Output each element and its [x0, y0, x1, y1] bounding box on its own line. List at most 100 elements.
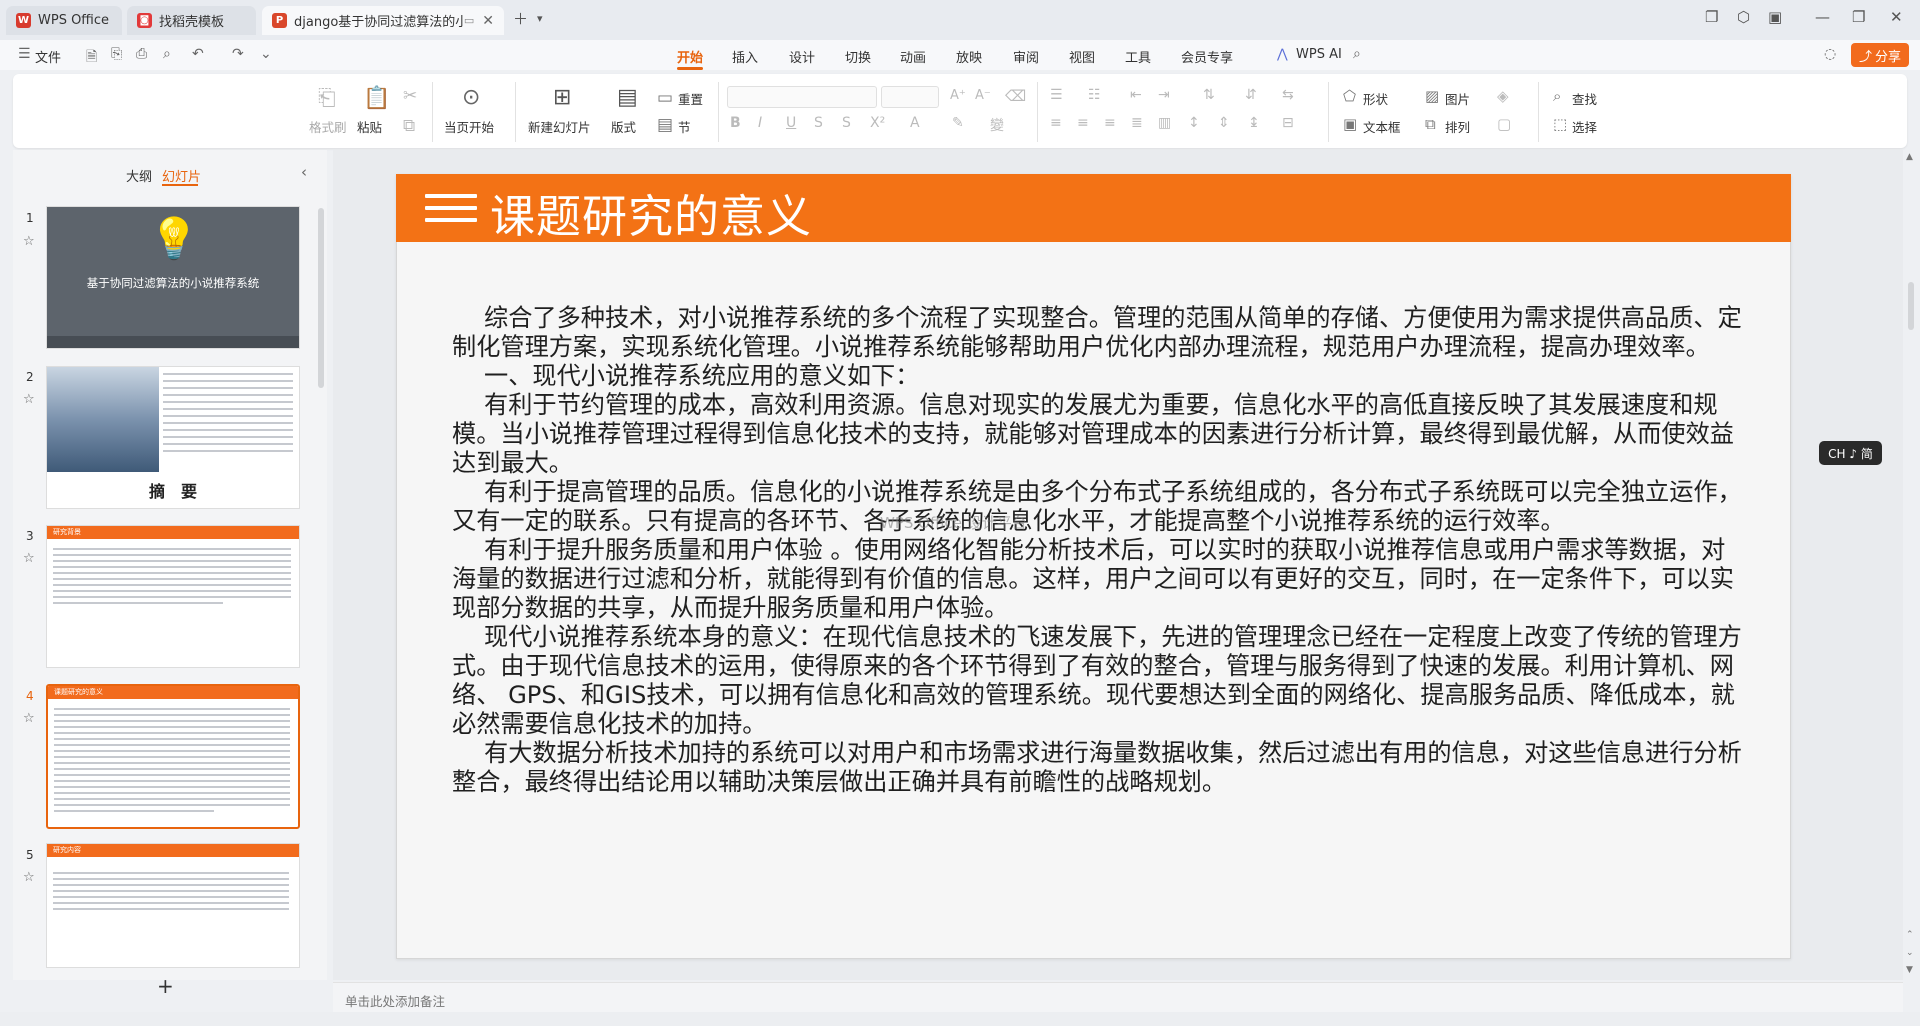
star-icon[interactable]: ☆ [23, 711, 35, 726]
scroll-up-icon[interactable]: ▲ [1906, 152, 1913, 162]
decrease-indent-icon[interactable]: ⇤ [1130, 87, 1142, 103]
cube-icon[interactable]: ⬡ [1737, 8, 1750, 26]
sort-icon[interactable]: ⇵ [1245, 87, 1257, 103]
char-spacing-icon[interactable]: 變 [990, 115, 1004, 135]
reset-button[interactable]: 重置 [678, 89, 703, 108]
new-slide-button[interactable]: 新建幻灯片 [528, 117, 591, 136]
font-color-icon[interactable]: A [910, 115, 920, 131]
select-button[interactable]: 选择 [1572, 117, 1597, 136]
star-icon[interactable]: ☆ [23, 870, 35, 885]
slide-thumbnail-5[interactable]: 研究内容 [46, 843, 300, 968]
prev-slide-icon[interactable]: ⌃ [1906, 930, 1914, 940]
undo-icon[interactable]: ↶ [192, 46, 204, 62]
font-family-select[interactable] [727, 86, 877, 108]
para-spacing-icon[interactable]: ⇕ [1218, 115, 1230, 131]
more-icon[interactable]: ⌄ [260, 46, 272, 62]
find-button[interactable]: 查找 [1572, 89, 1597, 108]
justify-icon[interactable]: ≣ [1131, 115, 1143, 131]
arrange-button[interactable]: 排列 [1445, 117, 1470, 136]
cut-icon[interactable]: ✂ [403, 86, 417, 106]
tab-outline[interactable]: 大纲 [126, 166, 152, 185]
tab-slides[interactable]: 幻灯片 [162, 166, 201, 185]
next-slide-icon[interactable]: ⌄ [1906, 948, 1914, 958]
file-menu[interactable]: 文件 [35, 47, 61, 66]
align-right-icon[interactable]: ≡ [1104, 115, 1116, 131]
numbering-icon[interactable]: ☷ [1088, 87, 1101, 103]
line-spacing-icon[interactable]: ↕ [1188, 115, 1200, 131]
notes-pane[interactable]: 单击此处添加备注 [333, 982, 1903, 1012]
slide-thumbnail-2[interactable]: 摘 要 [46, 366, 300, 509]
menu-tools[interactable]: 工具 [1125, 47, 1151, 66]
slide-thumbnail-3[interactable]: 研究背景 [46, 525, 300, 668]
tab-docer[interactable]: ◙ 找稻壳模板 [127, 6, 256, 35]
copy-icon[interactable]: ⧉ [403, 116, 415, 136]
new-tab-icon[interactable]: ＋ [513, 8, 528, 29]
star-icon[interactable]: ☆ [23, 234, 35, 249]
tab-wps-office[interactable]: W WPS Office [6, 6, 122, 35]
format-painter-button[interactable]: 格式刷 [309, 117, 347, 136]
search-icon[interactable]: ⌕ [1353, 46, 1361, 62]
menu-slideshow[interactable]: 放映 [956, 47, 982, 66]
menu-animation[interactable]: 动画 [900, 47, 926, 66]
star-icon[interactable]: ☆ [23, 551, 35, 566]
slide-body-text[interactable]: 综合了多种技术，对小说推荐系统的多个流程了实现整合。管理的范围从简单的存储、方便… [452, 304, 1747, 797]
slide-thumbnail-4[interactable]: 课题研究的意义 [46, 684, 300, 829]
save-icon[interactable]: 🗎 [86, 46, 97, 70]
picture-button[interactable]: 图片 [1445, 89, 1470, 108]
highlight-icon[interactable]: ✎ [952, 115, 964, 131]
hamburger-icon[interactable]: ☰ [18, 46, 31, 62]
columns-icon[interactable]: ▥ [1158, 115, 1171, 131]
layout-button[interactable]: 版式 [611, 117, 636, 136]
fill-icon[interactable]: ◈ [1497, 87, 1509, 105]
print-icon[interactable]: ⎙ [136, 46, 147, 62]
increase-indent-icon[interactable]: ⇥ [1158, 87, 1170, 103]
menu-transition[interactable]: 切换 [845, 47, 871, 66]
menu-review[interactable]: 审阅 [1013, 47, 1039, 66]
ime-indicator[interactable]: CH ♪ 简 [1819, 441, 1882, 465]
close-tab-icon[interactable]: ✕ [482, 13, 494, 29]
chevron-down-icon[interactable]: ▾ [537, 12, 543, 25]
redo-icon[interactable]: ↷ [232, 46, 244, 62]
print-preview-icon[interactable]: ⌕ [163, 46, 171, 62]
clear-format-icon[interactable]: ⌫ [1005, 87, 1026, 105]
menu-home[interactable]: 开始 [677, 47, 703, 66]
section-button[interactable]: 节 [678, 117, 691, 136]
superscript-icon[interactable]: X² [870, 115, 885, 131]
text-align-icon[interactable]: ⊟ [1282, 115, 1294, 131]
align-left-icon[interactable]: ≡ [1050, 115, 1062, 131]
convert-icon[interactable]: ⇆ [1282, 87, 1294, 103]
spacing-more-icon[interactable]: ↨ [1248, 115, 1260, 131]
grow-font-icon[interactable]: A⁺ [950, 88, 966, 103]
play-from-current-button[interactable]: 当页开始 [444, 117, 494, 136]
italic-icon[interactable]: I [758, 115, 762, 131]
slide-thumbnail-1[interactable]: 💡 基于协同过滤算法的小说推荐系统 [46, 206, 300, 349]
sidebar-scrollbar[interactable] [318, 208, 324, 388]
shrink-font-icon[interactable]: A⁻ [975, 88, 991, 103]
star-icon[interactable]: ☆ [23, 392, 35, 407]
collapse-panel-icon[interactable]: ‹ [301, 163, 307, 181]
share-button[interactable]: ⤴ 分享 [1851, 43, 1909, 67]
align-center-icon[interactable]: ≡ [1077, 115, 1089, 131]
close-window-icon[interactable]: ✕ [1890, 8, 1903, 26]
outline-icon[interactable]: ▢ [1497, 115, 1511, 133]
bold-icon[interactable]: B [730, 115, 741, 131]
menu-design[interactable]: 设计 [789, 47, 815, 66]
slide-title[interactable]: 课题研究的意义 [490, 180, 812, 245]
shape-button[interactable]: 形状 [1363, 89, 1388, 108]
shadow-icon[interactable]: S [842, 115, 851, 131]
underline-icon[interactable]: U [786, 115, 796, 131]
menu-insert[interactable]: 插入 [732, 47, 758, 66]
textbox-button[interactable]: 文本框 [1363, 117, 1401, 136]
strikethrough-icon[interactable]: S [814, 115, 823, 131]
wps-ai-button[interactable]: WPS AI [1296, 47, 1342, 62]
canvas-scrollbar[interactable] [1908, 282, 1914, 330]
menu-view[interactable]: 视图 [1069, 47, 1095, 66]
font-size-select[interactable] [881, 86, 939, 108]
menu-membership[interactable]: 会员专享 [1181, 47, 1233, 66]
paste-button[interactable]: 粘贴 [357, 117, 382, 136]
avatar[interactable]: ▣ [1768, 8, 1782, 26]
restore-icon[interactable]: ❐ [1852, 8, 1865, 26]
export-icon[interactable]: ⎘ [111, 46, 122, 62]
chat-icon[interactable]: ◌ [1824, 46, 1836, 62]
tab-current-document[interactable]: P django基于协同过滤算法的小 ▭ ✕ [262, 6, 504, 35]
